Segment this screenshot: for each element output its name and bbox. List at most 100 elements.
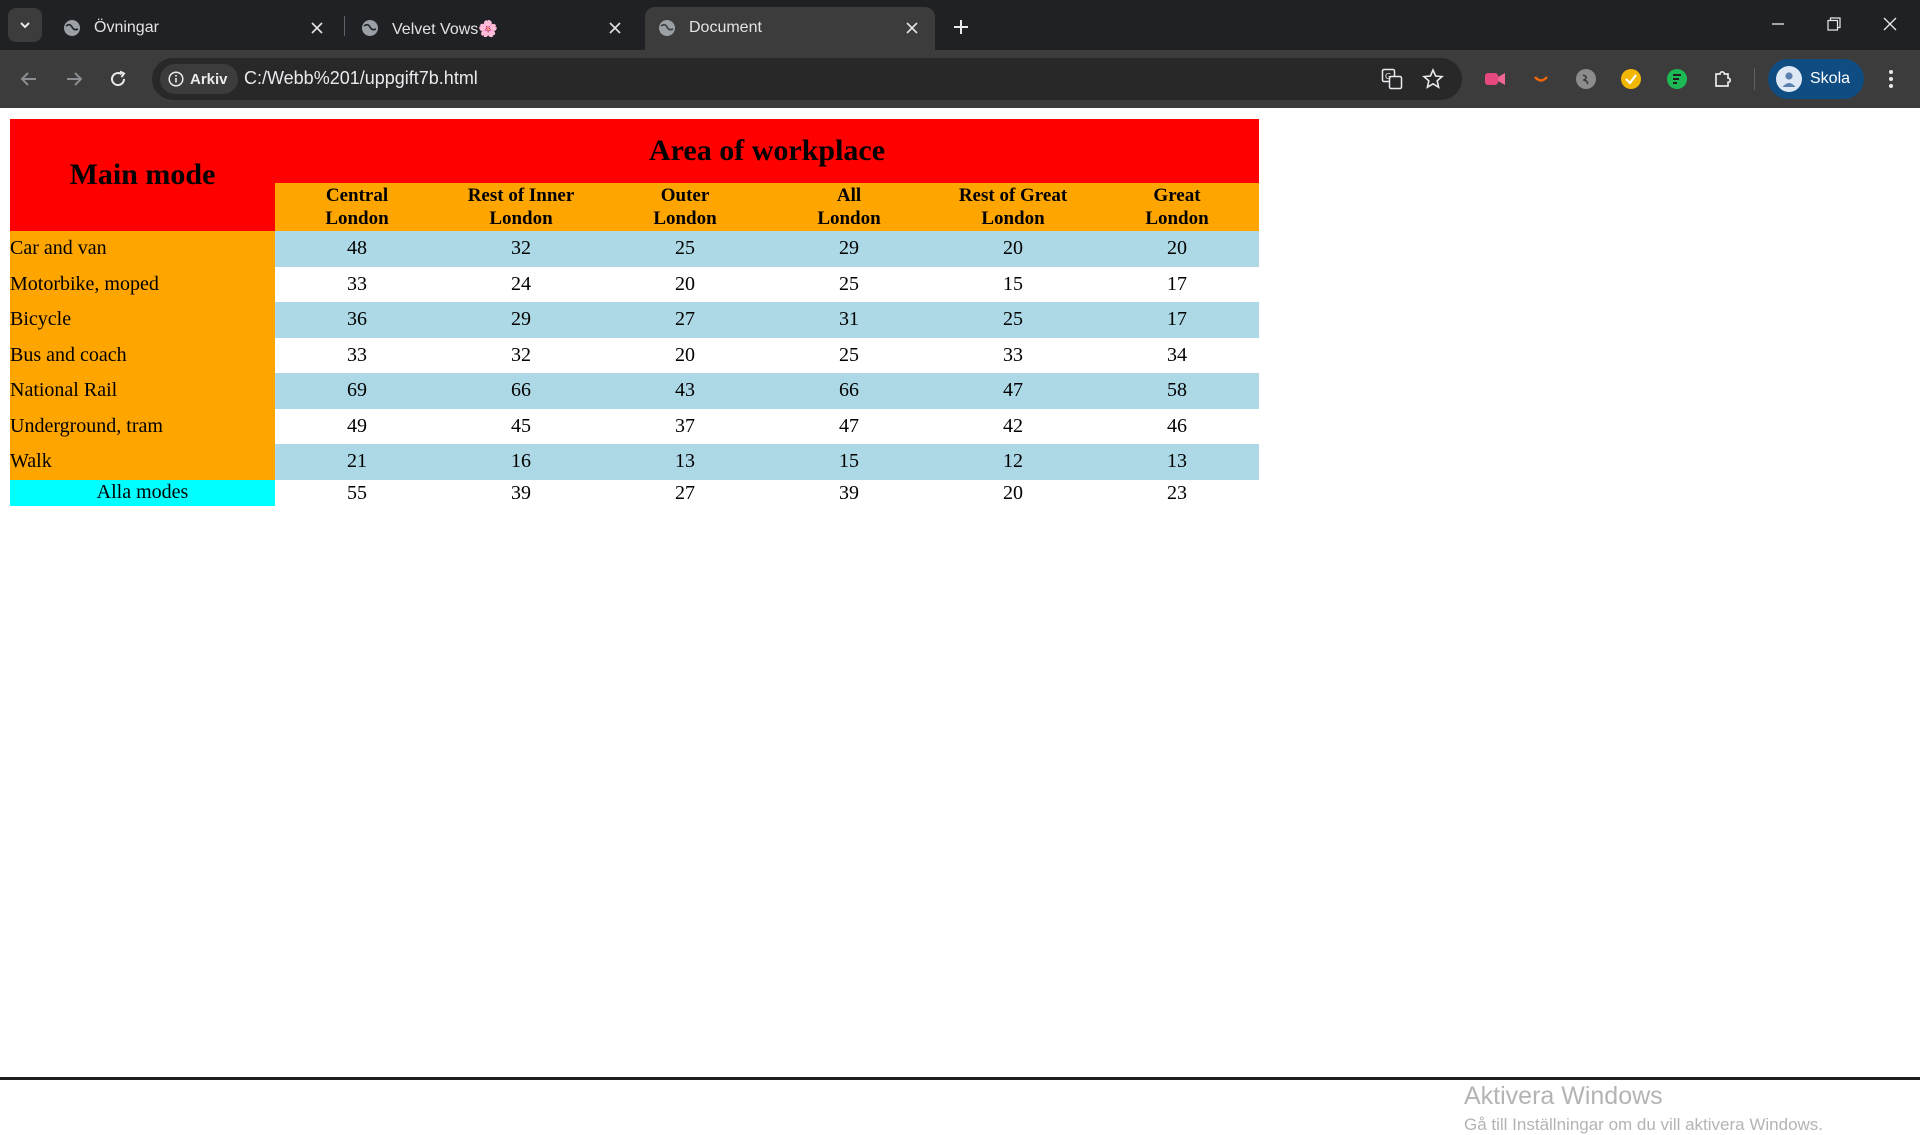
column-header-line: Rest of Inner	[467, 185, 575, 206]
column-header-line: Great	[1153, 185, 1201, 206]
main-mode-header: Main mode	[10, 119, 275, 231]
page-content: Main mode Area of workplace Central Londo…	[0, 108, 1920, 1134]
table-cell: 15	[767, 444, 931, 480]
column-header: Central London	[275, 183, 439, 231]
tab-ovningar[interactable]: Övningar	[50, 7, 340, 50]
user-avatar-icon	[1782, 72, 1796, 87]
column-header: Outer London	[603, 183, 767, 231]
extension-honey-button[interactable]	[1528, 66, 1554, 92]
close-window-button[interactable]	[1862, 0, 1918, 48]
table-cell: 69	[275, 373, 439, 409]
restore-button[interactable]	[1806, 0, 1862, 48]
table-body: Car and van 48 32 25 29 20 20 Motorbike, moped 3…	[10, 231, 1259, 506]
table-cell: 34	[1167, 343, 1187, 366]
row-label: Bicycle	[10, 302, 275, 338]
table-cell: 32	[511, 343, 531, 366]
table-cell: 37	[675, 414, 695, 437]
translate-button[interactable]: G	[1380, 67, 1404, 91]
site-info-chip[interactable]: Arkiv	[160, 64, 238, 94]
column-header-line: London	[653, 208, 717, 229]
minimize-button[interactable]	[1750, 0, 1806, 48]
row-label: Motorbike, moped	[10, 266, 275, 302]
table-cell: 17	[1167, 272, 1187, 295]
plus-icon	[954, 20, 968, 34]
chevron-down-icon	[20, 22, 30, 29]
total-cell: 23	[1167, 481, 1187, 504]
tab-velvet-vows[interactable]: Velvet Vows🌸	[348, 7, 638, 50]
table-row: Underground, tram 49 45 37 47 42 46	[10, 408, 1259, 444]
table-cell: 47	[839, 414, 859, 437]
info-icon	[168, 71, 184, 87]
close-icon[interactable]	[602, 15, 628, 41]
table-row: Bicycle 36 29 27 31 25 17	[10, 302, 1259, 338]
close-icon[interactable]	[304, 15, 330, 41]
extension-check-button[interactable]	[1618, 66, 1644, 92]
reload-button[interactable]	[101, 62, 135, 96]
table-cell: 17	[1095, 302, 1259, 338]
tab-document[interactable]: Document	[645, 7, 935, 50]
table-cell: 36	[275, 302, 439, 338]
table-row: Walk 21 16 13 15 12 13	[10, 444, 1259, 480]
table-cell: 25	[839, 343, 859, 366]
new-tab-button[interactable]	[945, 11, 977, 43]
table-cell: 20	[675, 343, 695, 366]
table-cell: 29	[439, 302, 603, 338]
column-header-line: London	[1145, 208, 1209, 229]
extension-record-button[interactable]	[1482, 66, 1508, 92]
back-button[interactable]	[12, 62, 46, 96]
column-header-line: London	[325, 208, 389, 229]
globe-icon	[362, 20, 378, 36]
extensions-button[interactable]	[1710, 66, 1736, 92]
table-cell: 12	[931, 444, 1095, 480]
table-cell: 33	[1003, 343, 1023, 366]
row-label: Walk	[10, 444, 275, 480]
column-header-line: London	[981, 208, 1045, 229]
row-label: Car and van	[10, 231, 275, 267]
table-row: Car and van 48 32 25 29 20 20	[10, 231, 1259, 267]
row-label: Underground, tram	[10, 408, 275, 444]
table-row: Motorbike, moped 33 24 20 25 15 17	[10, 266, 1259, 302]
check-circle-icon	[1621, 69, 1641, 89]
forward-button[interactable]	[57, 62, 91, 96]
tab-divider	[344, 16, 345, 36]
table-cell: 49	[347, 414, 367, 437]
column-header-line: London	[817, 208, 881, 229]
profile-name: Skola	[1810, 70, 1851, 87]
restore-icon	[1827, 17, 1841, 31]
extension-circle-icon	[1576, 69, 1596, 89]
url-text[interactable]: C:/Webb%201/uppgift7b.html	[244, 68, 478, 89]
tab-title: Document	[689, 19, 762, 36]
extension-green-icon	[1667, 69, 1687, 89]
arrow-right-icon	[67, 72, 83, 86]
column-header-line: Rest of Great	[958, 185, 1068, 206]
extension-green-button[interactable]	[1664, 66, 1690, 92]
table-cell: 33	[347, 272, 367, 295]
table-cell: 47	[931, 373, 1095, 409]
column-header: Great London	[1095, 183, 1259, 231]
table-cell: 20	[1095, 231, 1259, 267]
star-icon	[1422, 68, 1444, 89]
minimize-icon	[1772, 23, 1784, 25]
browser-menu-button[interactable]	[1876, 64, 1906, 94]
table-cell: 25	[931, 302, 1095, 338]
extension-gray-button[interactable]	[1573, 66, 1599, 92]
table-cell: 45	[511, 414, 531, 437]
table-cell: 46	[1167, 414, 1187, 437]
total-row: Alla modes 55 39 27 39 20 23	[10, 479, 1259, 506]
table-cell: 66	[439, 373, 603, 409]
tab-strip: Övningar Velvet Vows🌸 Document	[0, 0, 1920, 50]
column-header: Rest of Great London	[931, 183, 1095, 231]
bookmark-button[interactable]	[1421, 67, 1445, 91]
table-cell: 20	[931, 231, 1095, 267]
column-header-line: Central	[325, 185, 389, 206]
tab-search-button[interactable]	[8, 8, 42, 42]
total-cell: 39	[511, 481, 531, 504]
column-header-line: London	[489, 208, 553, 229]
close-icon[interactable]	[899, 15, 925, 41]
profile-button[interactable]: Skola	[1768, 59, 1864, 99]
table-cell: 32	[439, 231, 603, 267]
address-bar[interactable]: Arkiv C:/Webb%201/uppgift7b.html G	[152, 58, 1462, 100]
table-cell: 31	[767, 302, 931, 338]
smile-icon	[1534, 76, 1548, 82]
column-header-line: Outer	[660, 185, 710, 206]
